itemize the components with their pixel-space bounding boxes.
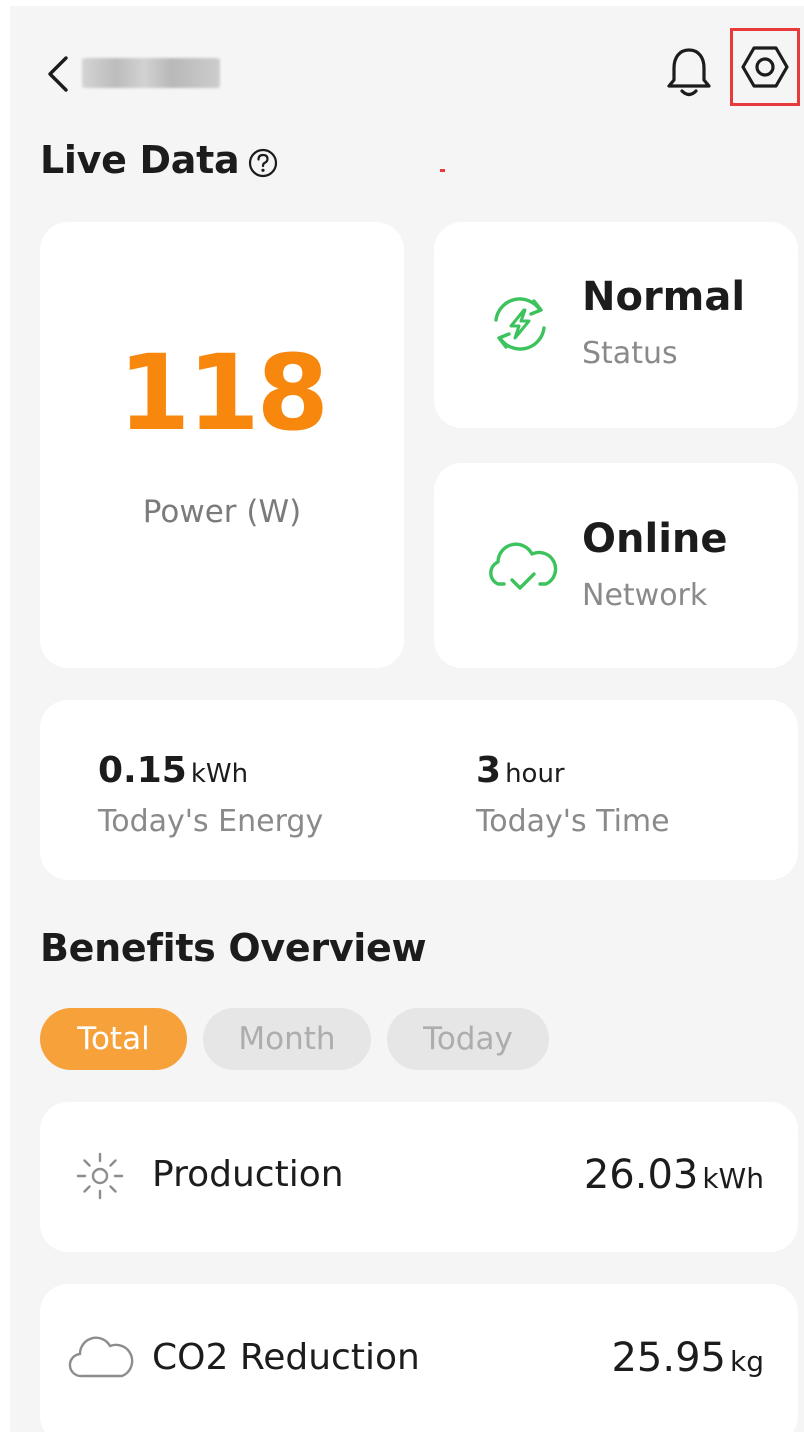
bell-icon [667,48,711,97]
production-unit: kWh [702,1162,764,1195]
today-energy-value: 0.15 kWh [98,750,248,791]
network-value: Online [582,516,728,562]
co2-value: 25.95 kg [611,1335,764,1381]
annotation-dot [440,169,445,172]
power-value: 118 [117,332,329,454]
settings-button[interactable] [730,28,800,106]
cloud-check-icon [489,542,558,590]
today-energy-number: 0.15 [98,750,187,791]
power-label: Power (W) [142,494,302,530]
network-label: Network [582,578,708,613]
co2-number: 25.95 [611,1335,726,1381]
tab-today[interactable]: Today [387,1008,549,1070]
app-screen: Live Data 118 Power (W) Normal Status On… [10,6,804,1432]
today-time-label: Today's Time [476,804,670,839]
today-energy-unit: kWh [190,759,249,789]
tab-total[interactable]: Total [40,1008,187,1070]
sun-icon [76,1152,124,1200]
question-circle-icon [248,148,278,178]
today-energy-label: Today's Energy [98,804,324,839]
live-data-help-button[interactable] [248,148,278,178]
chevron-left-icon [48,56,68,92]
live-data-title: Live Data [40,138,240,182]
production-label: Production [152,1154,344,1195]
production-number: 26.03 [583,1152,699,1198]
status-label: Status [582,336,678,371]
notifications-button[interactable] [664,44,714,100]
benefits-title: Benefits Overview [40,926,427,970]
device-name-redacted [82,58,220,88]
co2-unit: kg [730,1345,764,1378]
today-time-value: 3 hour [476,750,565,791]
production-value: 26.03 kWh [584,1152,764,1198]
tab-month[interactable]: Month [203,1008,371,1070]
cloud-icon [68,1336,134,1378]
back-button[interactable] [42,52,72,96]
settings-hexagon-icon [741,46,789,88]
today-time-number: 3 [476,750,502,791]
status-value: Normal [582,274,746,320]
sync-lightning-icon [494,297,546,351]
today-time-unit: hour [505,759,565,789]
co2-label: CO2 Reduction [152,1337,420,1378]
